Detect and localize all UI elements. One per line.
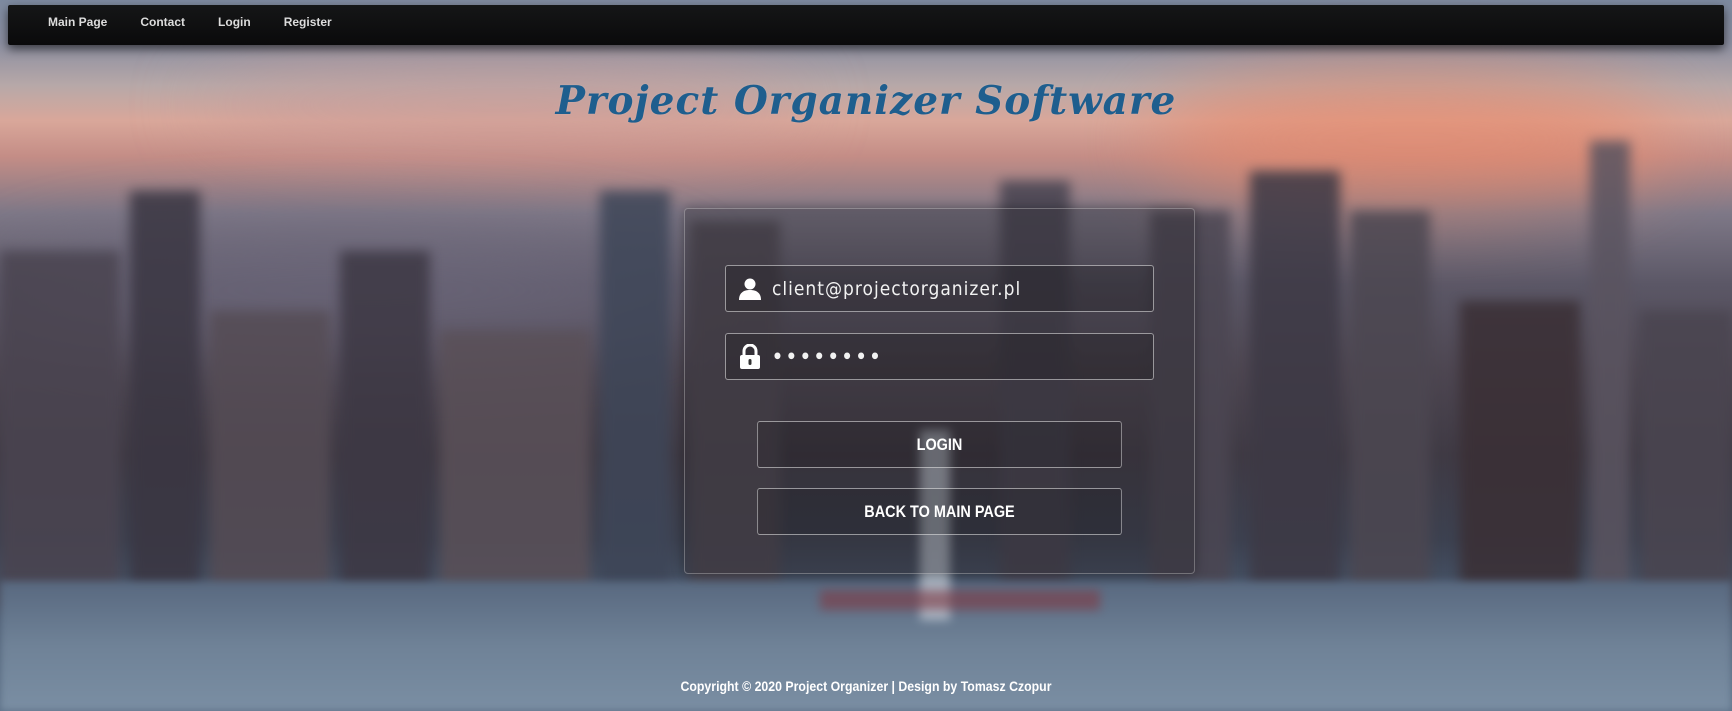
email-field[interactable]: client@projectorganizer.pl (725, 265, 1154, 312)
nav-register[interactable]: Register (284, 15, 332, 29)
user-icon (737, 276, 763, 302)
nav-contact[interactable]: Contact (140, 15, 185, 29)
nav-login[interactable]: Login (218, 15, 251, 29)
nav-main-page[interactable]: Main Page (48, 15, 107, 29)
password-field[interactable]: •••••••• (725, 333, 1154, 380)
top-navbar: Main Page Contact Login Register (8, 5, 1724, 45)
email-value: client@projectorganizer.pl (772, 277, 1022, 300)
page-title: Project Organizer Software (555, 78, 1177, 124)
lock-icon (737, 343, 763, 370)
footer-copyright: Copyright © 2020 Project Organizer | Des… (680, 678, 1052, 694)
back-to-main-page-button[interactable]: BACK TO MAIN PAGE (757, 488, 1122, 535)
login-panel: client@projectorganizer.pl •••••••• LOGI… (684, 208, 1195, 574)
login-button[interactable]: LOGIN (757, 421, 1122, 468)
password-value: •••••••• (772, 345, 884, 368)
